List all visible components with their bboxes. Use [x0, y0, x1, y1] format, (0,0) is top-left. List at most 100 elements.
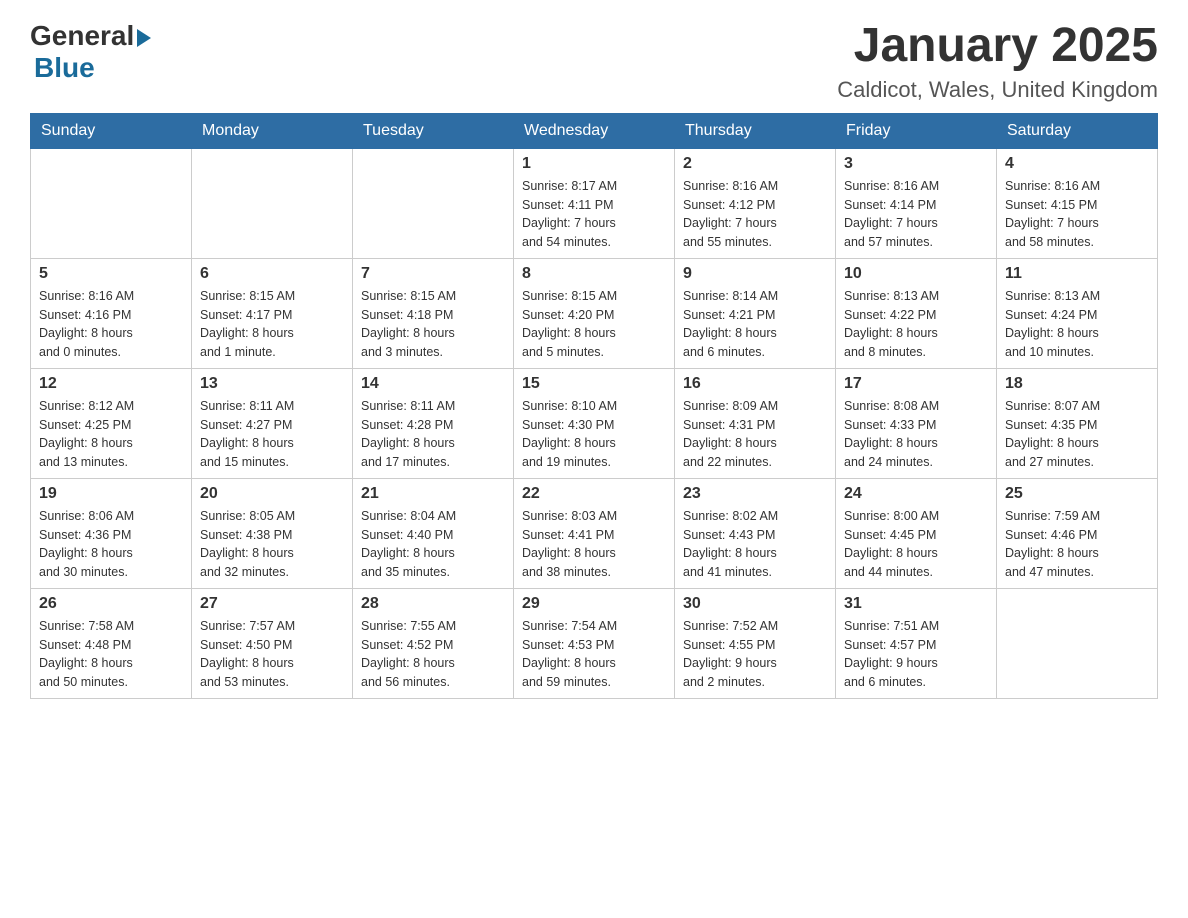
day-info: Sunrise: 8:09 AM Sunset: 4:31 PM Dayligh… — [683, 397, 827, 472]
calendar-cell: 29 Sunrise: 7:54 AM Sunset: 4:53 PM Dayli… — [514, 588, 675, 698]
day-info: Sunrise: 8:11 AM Sunset: 4:27 PM Dayligh… — [200, 397, 344, 472]
day-info: Sunrise: 8:03 AM Sunset: 4:41 PM Dayligh… — [522, 507, 666, 582]
day-number: 18 — [1005, 375, 1149, 393]
day-number: 4 — [1005, 155, 1149, 173]
day-number: 10 — [844, 265, 988, 283]
calendar-cell: 7 Sunrise: 8:15 AM Sunset: 4:18 PM Daylig… — [353, 258, 514, 368]
calendar-cell: 5Sunrise: 8:16 AM Sunset: 4:16 PM Daylig… — [31, 258, 192, 368]
day-info: Sunrise: 8:16 AM Sunset: 4:12 PM Dayligh… — [683, 177, 827, 252]
week-row-2: 5Sunrise: 8:16 AM Sunset: 4:16 PM Daylig… — [31, 258, 1158, 368]
calendar-cell: 23 Sunrise: 8:02 AM Sunset: 4:43 PM Dayli… — [675, 478, 836, 588]
month-title: January 2025 — [837, 20, 1158, 73]
calendar-cell — [997, 588, 1158, 698]
day-info: Sunrise: 7:51 AM Sunset: 4:57 PM Dayligh… — [844, 617, 988, 692]
day-info: Sunrise: 8:15 AM Sunset: 4:17 PM Dayligh… — [200, 287, 344, 362]
day-info: Sunrise: 8:02 AM Sunset: 4:43 PM Dayligh… — [683, 507, 827, 582]
calendar-cell: 13 Sunrise: 8:11 AM Sunset: 4:27 PM Dayli… — [192, 368, 353, 478]
calendar-header-row: SundayMondayTuesdayWednesdayThursdayFrid… — [31, 113, 1158, 148]
calendar-cell: 12 Sunrise: 8:12 AM Sunset: 4:25 PM Dayli… — [31, 368, 192, 478]
day-info: Sunrise: 7:55 AM Sunset: 4:52 PM Dayligh… — [361, 617, 505, 692]
calendar-cell: 16 Sunrise: 8:09 AM Sunset: 4:31 PM Dayli… — [675, 368, 836, 478]
day-number: 1 — [522, 155, 666, 173]
calendar-cell — [353, 148, 514, 258]
day-info: Sunrise: 8:16 AM Sunset: 4:16 PM Dayligh… — [39, 287, 183, 362]
calendar-cell: 26 Sunrise: 7:58 AM Sunset: 4:48 PM Dayli… — [31, 588, 192, 698]
calendar-cell: 8Sunrise: 8:15 AM Sunset: 4:20 PM Daylig… — [514, 258, 675, 368]
calendar-cell: 6 Sunrise: 8:15 AM Sunset: 4:17 PM Daylig… — [192, 258, 353, 368]
column-header-tuesday: Tuesday — [353, 113, 514, 148]
column-header-thursday: Thursday — [675, 113, 836, 148]
day-number: 15 — [522, 375, 666, 393]
day-number: 2 — [683, 155, 827, 173]
day-number: 12 — [39, 375, 183, 393]
day-number: 25 — [1005, 485, 1149, 503]
day-number: 20 — [200, 485, 344, 503]
day-info: Sunrise: 8:05 AM Sunset: 4:38 PM Dayligh… — [200, 507, 344, 582]
calendar-cell: 2 Sunrise: 8:16 AM Sunset: 4:12 PM Daylig… — [675, 148, 836, 258]
day-info: Sunrise: 8:13 AM Sunset: 4:22 PM Dayligh… — [844, 287, 988, 362]
day-number: 8 — [522, 265, 666, 283]
column-header-saturday: Saturday — [997, 113, 1158, 148]
logo-arrow-icon — [137, 29, 151, 47]
logo: General Blue — [30, 20, 151, 84]
day-number: 11 — [1005, 265, 1149, 283]
day-number: 26 — [39, 595, 183, 613]
day-number: 7 — [361, 265, 505, 283]
day-number: 14 — [361, 375, 505, 393]
day-info: Sunrise: 8:16 AM Sunset: 4:15 PM Dayligh… — [1005, 177, 1149, 252]
location: Caldicot, Wales, United Kingdom — [837, 77, 1158, 103]
day-number: 31 — [844, 595, 988, 613]
day-info: Sunrise: 7:54 AM Sunset: 4:53 PM Dayligh… — [522, 617, 666, 692]
calendar-cell: 10 Sunrise: 8:13 AM Sunset: 4:22 PM Dayli… — [836, 258, 997, 368]
day-number: 6 — [200, 265, 344, 283]
day-number: 19 — [39, 485, 183, 503]
day-number: 21 — [361, 485, 505, 503]
title-section: January 2025 Caldicot, Wales, United Kin… — [837, 20, 1158, 103]
column-header-monday: Monday — [192, 113, 353, 148]
day-info: Sunrise: 8:15 AM Sunset: 4:18 PM Dayligh… — [361, 287, 505, 362]
week-row-4: 19 Sunrise: 8:06 AM Sunset: 4:36 PM Dayli… — [31, 478, 1158, 588]
week-row-5: 26 Sunrise: 7:58 AM Sunset: 4:48 PM Dayli… — [31, 588, 1158, 698]
column-header-sunday: Sunday — [31, 113, 192, 148]
day-number: 24 — [844, 485, 988, 503]
calendar-cell: 31 Sunrise: 7:51 AM Sunset: 4:57 PM Dayli… — [836, 588, 997, 698]
day-number: 29 — [522, 595, 666, 613]
day-number: 17 — [844, 375, 988, 393]
day-info: Sunrise: 8:07 AM Sunset: 4:35 PM Dayligh… — [1005, 397, 1149, 472]
calendar-cell: 15 Sunrise: 8:10 AM Sunset: 4:30 PM Dayli… — [514, 368, 675, 478]
calendar-cell: 24 Sunrise: 8:00 AM Sunset: 4:45 PM Dayli… — [836, 478, 997, 588]
calendar-cell: 20 Sunrise: 8:05 AM Sunset: 4:38 PM Dayli… — [192, 478, 353, 588]
calendar-cell: 11Sunrise: 8:13 AM Sunset: 4:24 PM Dayli… — [997, 258, 1158, 368]
calendar-cell: 14Sunrise: 8:11 AM Sunset: 4:28 PM Dayli… — [353, 368, 514, 478]
column-header-wednesday: Wednesday — [514, 113, 675, 148]
week-row-1: 1 Sunrise: 8:17 AM Sunset: 4:11 PM Daylig… — [31, 148, 1158, 258]
day-info: Sunrise: 8:16 AM Sunset: 4:14 PM Dayligh… — [844, 177, 988, 252]
day-info: Sunrise: 8:10 AM Sunset: 4:30 PM Dayligh… — [522, 397, 666, 472]
calendar-cell: 1 Sunrise: 8:17 AM Sunset: 4:11 PM Daylig… — [514, 148, 675, 258]
week-row-3: 12 Sunrise: 8:12 AM Sunset: 4:25 PM Dayli… — [31, 368, 1158, 478]
day-number: 9 — [683, 265, 827, 283]
day-info: Sunrise: 8:06 AM Sunset: 4:36 PM Dayligh… — [39, 507, 183, 582]
day-info: Sunrise: 8:00 AM Sunset: 4:45 PM Dayligh… — [844, 507, 988, 582]
day-number: 28 — [361, 595, 505, 613]
day-number: 3 — [844, 155, 988, 173]
day-info: Sunrise: 8:12 AM Sunset: 4:25 PM Dayligh… — [39, 397, 183, 472]
day-info: Sunrise: 8:17 AM Sunset: 4:11 PM Dayligh… — [522, 177, 666, 252]
calendar-cell: 17 Sunrise: 8:08 AM Sunset: 4:33 PM Dayli… — [836, 368, 997, 478]
calendar-cell: 9Sunrise: 8:14 AM Sunset: 4:21 PM Daylig… — [675, 258, 836, 368]
day-number: 23 — [683, 485, 827, 503]
day-number: 13 — [200, 375, 344, 393]
calendar-cell: 22 Sunrise: 8:03 AM Sunset: 4:41 PM Dayli… — [514, 478, 675, 588]
day-info: Sunrise: 8:08 AM Sunset: 4:33 PM Dayligh… — [844, 397, 988, 472]
day-number: 30 — [683, 595, 827, 613]
calendar-cell: 3 Sunrise: 8:16 AM Sunset: 4:14 PM Daylig… — [836, 148, 997, 258]
calendar-cell: 27Sunrise: 7:57 AM Sunset: 4:50 PM Dayli… — [192, 588, 353, 698]
day-info: Sunrise: 8:04 AM Sunset: 4:40 PM Dayligh… — [361, 507, 505, 582]
calendar-cell — [31, 148, 192, 258]
calendar-cell: 25Sunrise: 7:59 AM Sunset: 4:46 PM Dayli… — [997, 478, 1158, 588]
day-number: 16 — [683, 375, 827, 393]
day-info: Sunrise: 7:58 AM Sunset: 4:48 PM Dayligh… — [39, 617, 183, 692]
calendar-cell: 18 Sunrise: 8:07 AM Sunset: 4:35 PM Dayli… — [997, 368, 1158, 478]
day-number: 22 — [522, 485, 666, 503]
calendar-table: SundayMondayTuesdayWednesdayThursdayFrid… — [30, 113, 1158, 699]
